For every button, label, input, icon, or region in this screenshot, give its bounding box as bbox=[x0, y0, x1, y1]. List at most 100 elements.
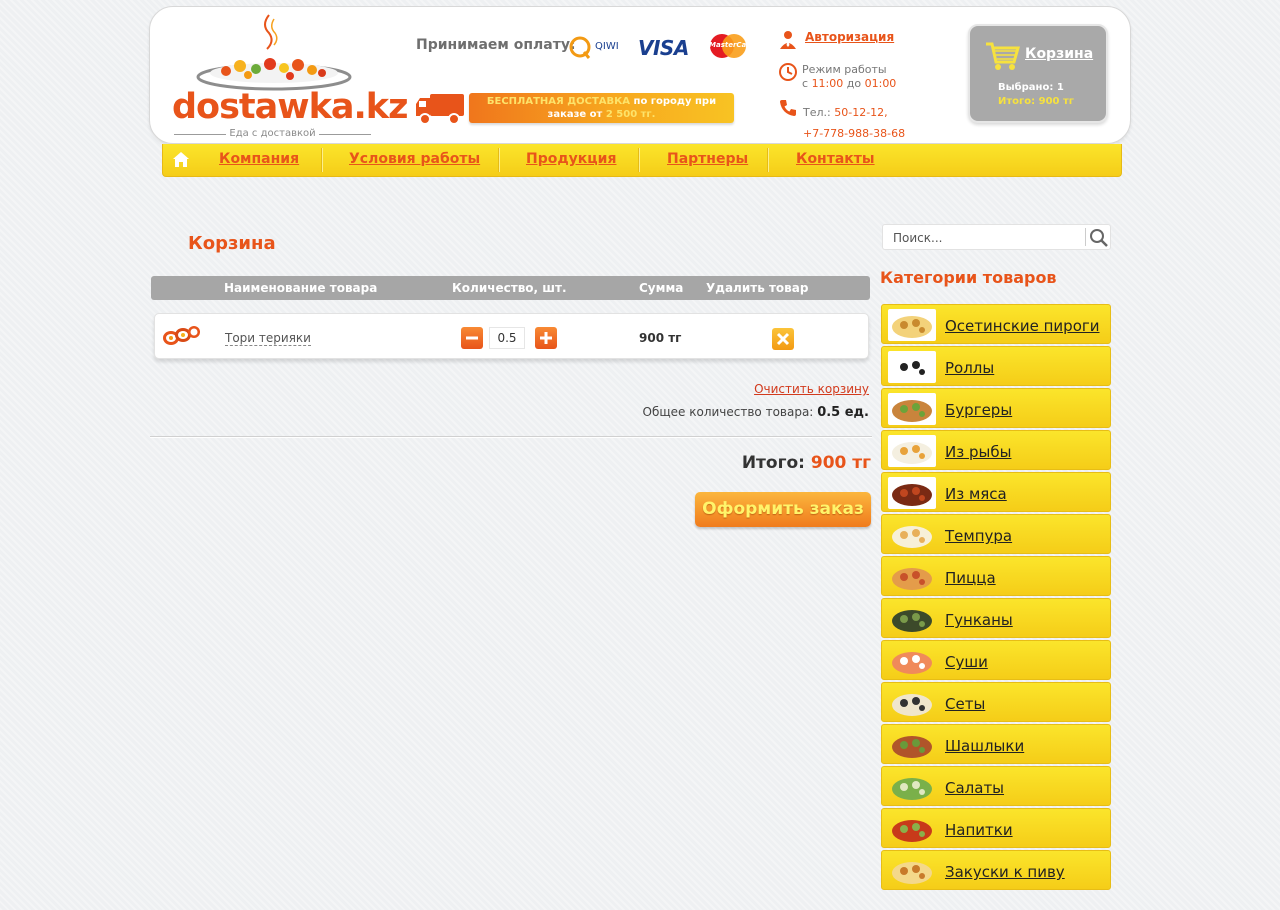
category-item[interactable]: Суши bbox=[881, 640, 1111, 680]
fish-icon bbox=[888, 435, 936, 467]
phone-number-1[interactable]: 50-12-12, bbox=[834, 106, 887, 119]
user-icon bbox=[778, 29, 800, 51]
search-input[interactable] bbox=[884, 226, 1091, 250]
category-item[interactable]: Из рыбы bbox=[881, 430, 1111, 470]
increase-quantity-button[interactable] bbox=[535, 327, 557, 349]
phone-number-2[interactable]: +7-778-988-38-68 bbox=[803, 123, 905, 144]
shopping-cart-icon bbox=[984, 38, 1020, 72]
beer-snacks-icon bbox=[888, 855, 936, 887]
category-item[interactable]: Шашлыки bbox=[881, 724, 1111, 764]
divider bbox=[150, 436, 872, 438]
category-label[interactable]: Сеты bbox=[945, 695, 985, 713]
column-header-delete: Удалить товар bbox=[706, 281, 809, 295]
category-label[interactable]: Салаты bbox=[945, 779, 1004, 797]
nav-item-terms[interactable]: Условия работы bbox=[349, 151, 480, 167]
checkout-button[interactable]: Оформить заказ bbox=[695, 492, 871, 527]
row-sum: 900 тг bbox=[639, 331, 682, 345]
salad-icon bbox=[888, 771, 936, 803]
cart-table-header: Наименование товара Количество, шт. Сумм… bbox=[151, 276, 870, 300]
nav-divider bbox=[638, 148, 640, 172]
mastercard-label: MasterCard bbox=[709, 41, 755, 49]
category-label[interactable]: Суши bbox=[945, 653, 988, 671]
cart-summary: Выбрано: 1 Итого: 900 тг bbox=[998, 81, 1074, 109]
category-label[interactable]: Шашлыки bbox=[945, 737, 1024, 755]
category-item[interactable]: Из мяса bbox=[881, 472, 1111, 512]
search-icon bbox=[1090, 229, 1108, 247]
sushi-icon bbox=[888, 645, 936, 677]
column-header-quantity: Количество, шт. bbox=[452, 281, 567, 295]
category-item[interactable]: Салаты bbox=[881, 766, 1111, 806]
category-item[interactable]: Осетинские пироги bbox=[881, 304, 1111, 344]
category-label[interactable]: Пицца bbox=[945, 569, 996, 587]
auth-link[interactable]: Авторизация bbox=[805, 30, 894, 44]
site-logo[interactable]: dostawka.kz Еда с доставкой bbox=[170, 11, 408, 139]
column-header-name: Наименование товара bbox=[224, 281, 378, 295]
phone-numbers: Тел.: 50-12-12, +7-778-988-38-68 bbox=[803, 102, 905, 144]
category-item[interactable]: Пицца bbox=[881, 556, 1111, 596]
decrease-quantity-button[interactable] bbox=[461, 327, 483, 349]
shashlik-icon bbox=[888, 729, 936, 761]
quantity-input[interactable] bbox=[489, 327, 525, 349]
rolls-icon bbox=[888, 351, 936, 383]
cart-selected-label: Выбрано: bbox=[998, 82, 1054, 93]
total-quantity-label: Общее количество товара: bbox=[642, 405, 814, 419]
rolls-product-image[interactable] bbox=[161, 320, 201, 348]
table-row: Тори терияки 900 тг bbox=[154, 313, 869, 359]
total-quantity-value: 0.5 ед. bbox=[817, 405, 869, 420]
nav-item-partners[interactable]: Партнеры bbox=[667, 151, 748, 167]
category-label[interactable]: Из рыбы bbox=[945, 443, 1011, 461]
nav-item-contacts[interactable]: Контакты bbox=[796, 151, 875, 167]
category-label[interactable]: Закуски к пиву bbox=[945, 863, 1065, 881]
home-icon[interactable] bbox=[172, 151, 190, 168]
cart-selected-value: 1 bbox=[1056, 82, 1064, 93]
category-label[interactable]: Бургеры bbox=[945, 401, 1012, 419]
nav-item-company[interactable]: Компания bbox=[219, 151, 299, 167]
category-label[interactable]: Из мяса bbox=[945, 485, 1007, 503]
cart-link[interactable]: Корзина bbox=[1025, 46, 1093, 62]
category-label[interactable]: Осетинские пироги bbox=[945, 317, 1100, 335]
nav-item-products[interactable]: Продукция bbox=[526, 151, 616, 167]
category-label[interactable]: Гунканы bbox=[945, 611, 1013, 629]
burger-icon bbox=[888, 393, 936, 425]
phone-icon bbox=[778, 98, 798, 118]
clear-cart-link[interactable]: Очистить корзину bbox=[754, 382, 869, 396]
order-total-label: Итого: bbox=[741, 453, 805, 473]
sets-icon bbox=[888, 687, 936, 719]
order-total: Итого: 900 тг bbox=[742, 453, 871, 473]
page-title: Корзина bbox=[188, 233, 276, 254]
qiwi-label: QIWI bbox=[595, 41, 619, 52]
category-label[interactable]: Роллы bbox=[945, 359, 994, 377]
clock-icon bbox=[778, 62, 798, 82]
category-item[interactable]: Напитки bbox=[881, 808, 1111, 848]
free-delivery-banner: БЕСПЛАТНАЯ ДОСТАВКА по городу при заказе… bbox=[469, 93, 734, 123]
category-item[interactable]: Роллы bbox=[881, 346, 1111, 386]
total-quantity: Общее количество товара: 0.5 ед. bbox=[643, 405, 870, 420]
site-header: dostawka.kz Еда с доставкой Принимаем оп… bbox=[149, 6, 1131, 144]
product-name-link[interactable]: Тори терияки bbox=[225, 332, 311, 346]
payment-label: Принимаем оплату: bbox=[416, 37, 576, 53]
gunkan-icon bbox=[888, 603, 936, 635]
visa-logo: VISA bbox=[638, 36, 689, 60]
category-label[interactable]: Напитки bbox=[945, 821, 1013, 839]
search-button[interactable] bbox=[1089, 228, 1109, 248]
qiwi-logo-icon: QIWI bbox=[568, 34, 626, 62]
category-item[interactable]: Бургеры bbox=[881, 388, 1111, 428]
hours-from-prefix: с bbox=[802, 77, 809, 90]
categories-title: Категории товаров bbox=[880, 268, 1057, 287]
category-label[interactable]: Темпура bbox=[945, 527, 1012, 545]
order-total-value: 900 тг bbox=[810, 453, 871, 473]
logo-text: dostawka.kz bbox=[172, 87, 408, 127]
cart-total-label: Итого: bbox=[998, 96, 1036, 107]
category-item[interactable]: Закуски к пиву bbox=[881, 850, 1111, 890]
nav-divider bbox=[498, 148, 500, 172]
pie-icon bbox=[888, 309, 936, 341]
header-cart[interactable]: Корзина Выбрано: 1 Итого: 900 тг bbox=[968, 24, 1108, 123]
delete-item-button[interactable] bbox=[772, 328, 794, 350]
delivery-amount: 2 500 тг. bbox=[605, 109, 656, 120]
hours-from: 11:00 bbox=[811, 77, 844, 90]
category-item[interactable]: Темпура bbox=[881, 514, 1111, 554]
work-hours-label: Режим работы bbox=[802, 63, 887, 76]
category-item[interactable]: Гунканы bbox=[881, 598, 1111, 638]
category-item[interactable]: Сеты bbox=[881, 682, 1111, 722]
delivery-highlight: БЕСПЛАТНАЯ ДОСТАВКА bbox=[486, 96, 631, 107]
